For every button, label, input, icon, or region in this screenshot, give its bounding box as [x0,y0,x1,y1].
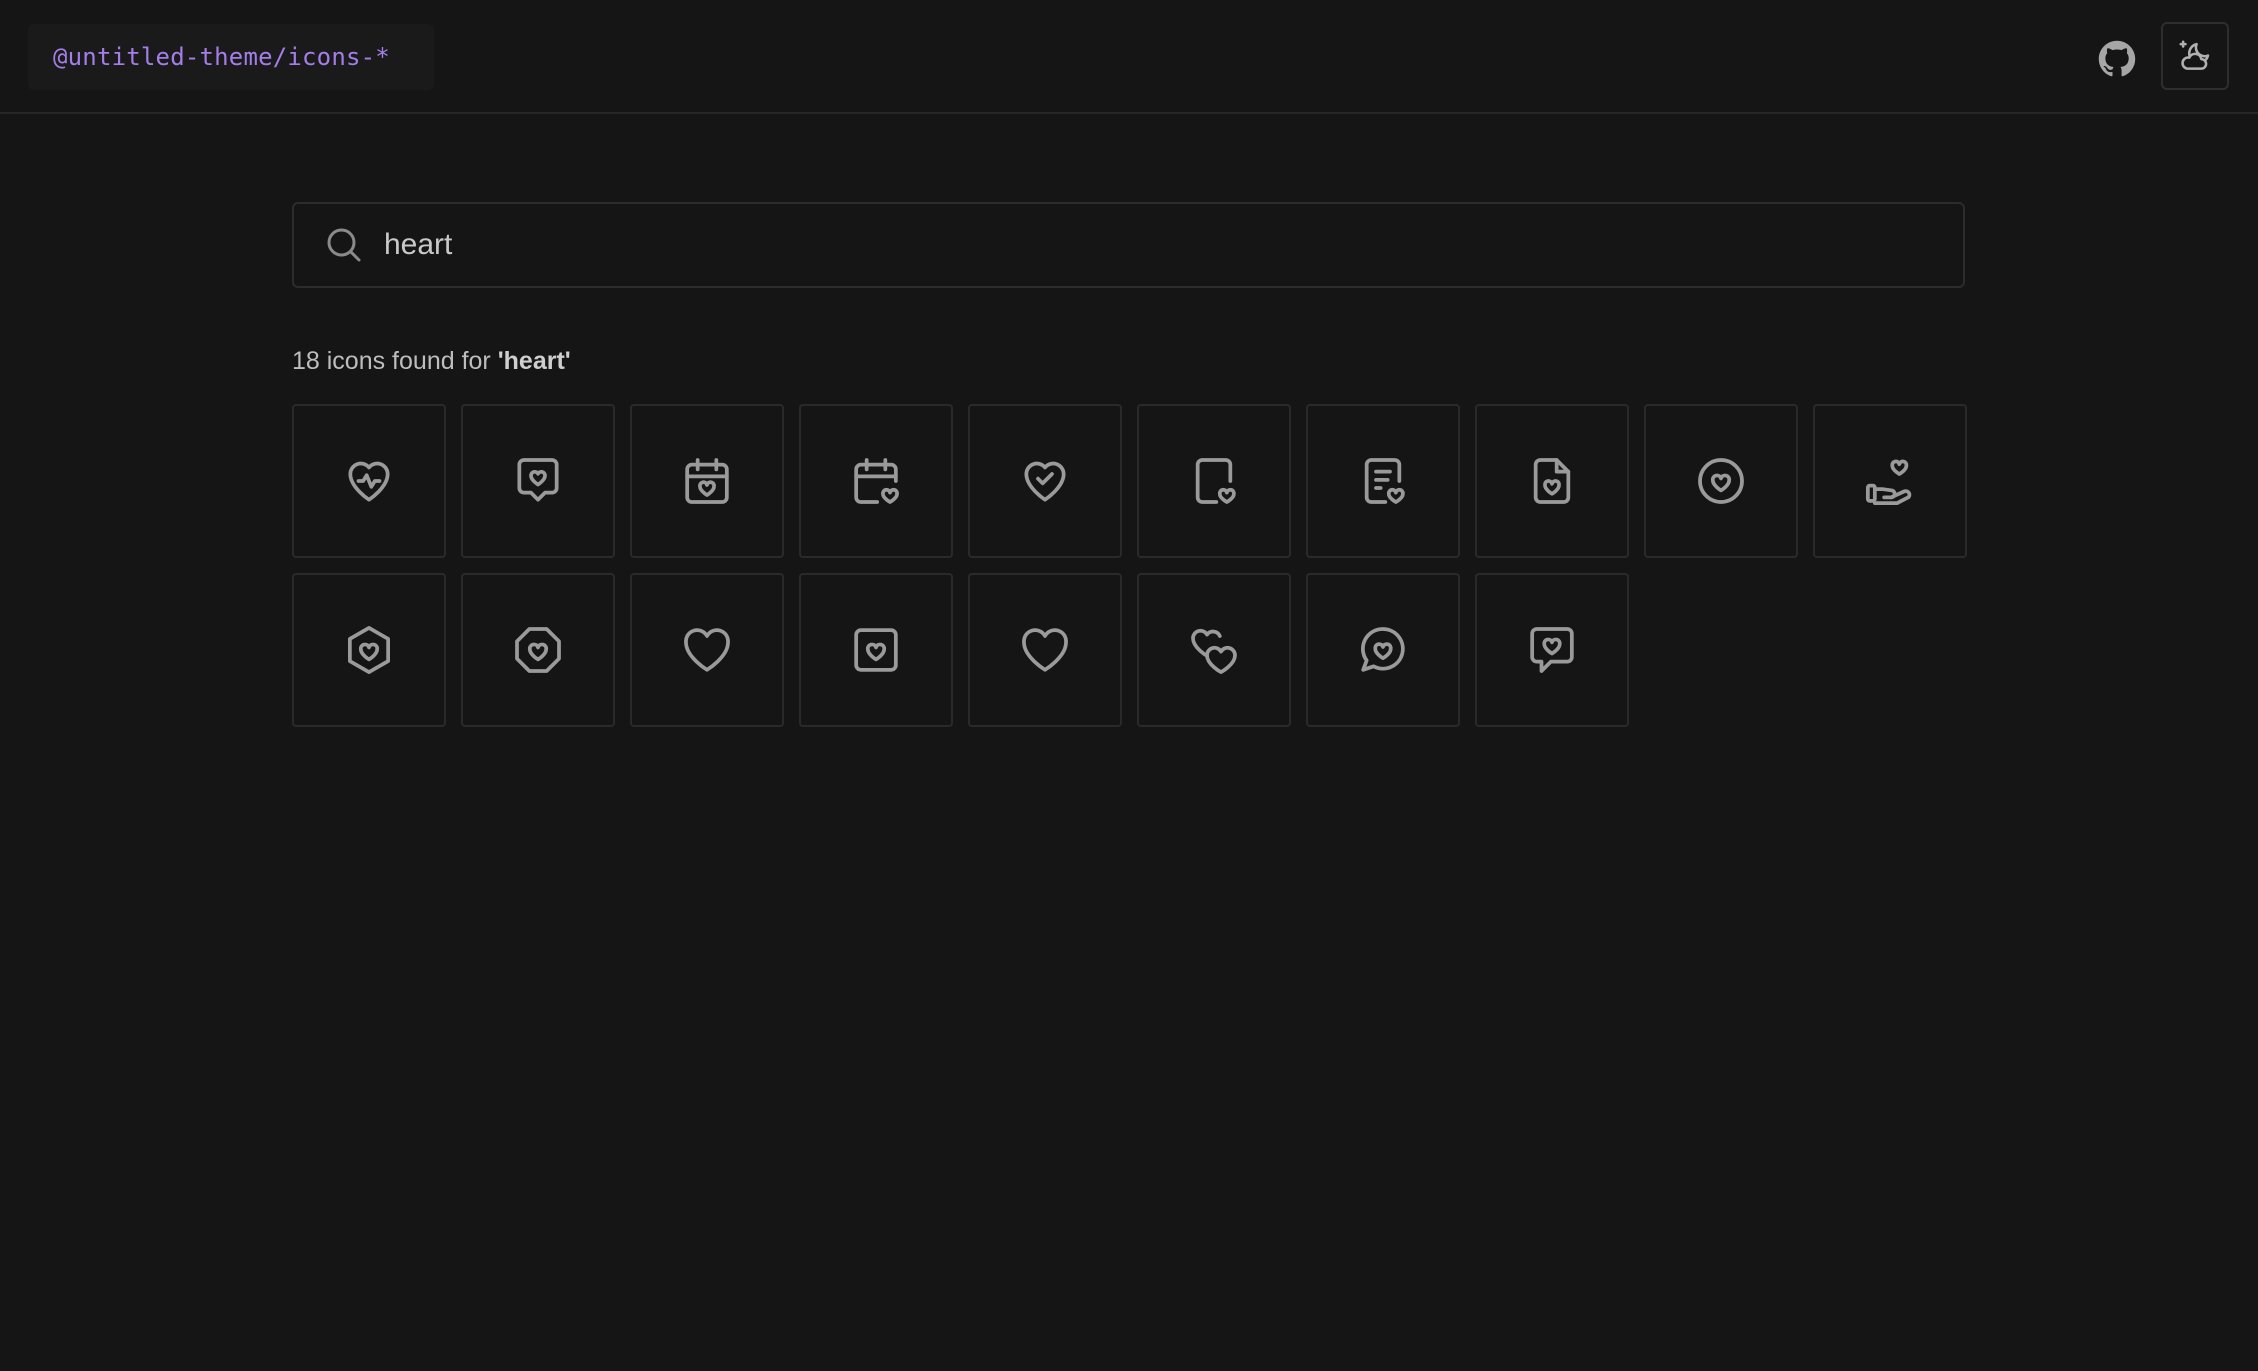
theme-toggle-button[interactable] [2161,22,2229,90]
icon-tile-heart-rate[interactable] [292,404,446,558]
heart-rate-icon [348,461,390,502]
heart-icon [684,628,730,672]
message-chat-heart-square-icon [1530,627,1574,673]
top-bar: @untitled-theme/icons-* [0,0,2258,114]
icon-tile-message-heart-circle[interactable] [1306,573,1460,727]
search-bar [292,202,1965,288]
icon-tile-heart-square[interactable] [799,573,953,727]
heart-square-icon [854,628,898,672]
heart-octagon-icon [515,627,561,673]
calendar-heart-icon [685,458,729,504]
results-query: 'heart' [497,347,571,375]
icon-tile-hearts[interactable] [1137,573,1291,727]
icon-tile-calendar-heart-corner[interactable] [799,404,953,558]
brand-label[interactable]: @untitled-theme/icons-* [28,24,434,90]
icon-tile-calendar-heart[interactable] [630,404,784,558]
file-text-heart-icon [1364,458,1405,504]
icon-tile-heart-hexagon[interactable] [292,573,446,727]
message-heart-square-icon [517,458,559,502]
search-input[interactable] [382,214,1963,276]
icon-tile-heart-check[interactable] [968,404,1122,558]
icon-tile-heart[interactable] [630,573,784,727]
file-heart-icon [1533,458,1571,504]
heart-outline-icon [1022,628,1068,672]
icon-tile-heart-circle[interactable] [1644,404,1798,558]
hearts-icon [1191,628,1237,675]
heart-circle-icon [1698,458,1744,504]
icon-tile-message-chat-heart-square[interactable] [1475,573,1629,727]
heart-hexagon-icon [348,625,390,675]
icon-tile-file-text-heart[interactable] [1306,404,1460,558]
calendar-heart-corner-icon [854,458,899,504]
search-icon [324,225,364,265]
icon-tile-file-heart-corner[interactable] [1137,404,1291,558]
moon-cloud-icon [2176,37,2214,75]
github-button[interactable] [2092,34,2142,84]
file-heart-corner-icon [1195,458,1236,504]
icon-tile-heart-octagon[interactable] [461,573,615,727]
icon-tile-heart-hand[interactable] [1813,404,1967,558]
heart-hand-icon [1865,459,1912,506]
icon-tile-file-heart[interactable] [1475,404,1629,558]
icon-grid [292,404,1967,727]
github-icon [2098,40,2136,78]
results-count: 18 icons found for 'heart' [292,347,571,376]
heart-check-icon [1024,461,1066,502]
message-heart-circle-icon [1361,627,1405,672]
icon-tile-message-heart-square[interactable] [461,404,615,558]
icon-tile-heart-outline[interactable] [968,573,1122,727]
results-prefix: 18 icons found for [292,347,498,375]
